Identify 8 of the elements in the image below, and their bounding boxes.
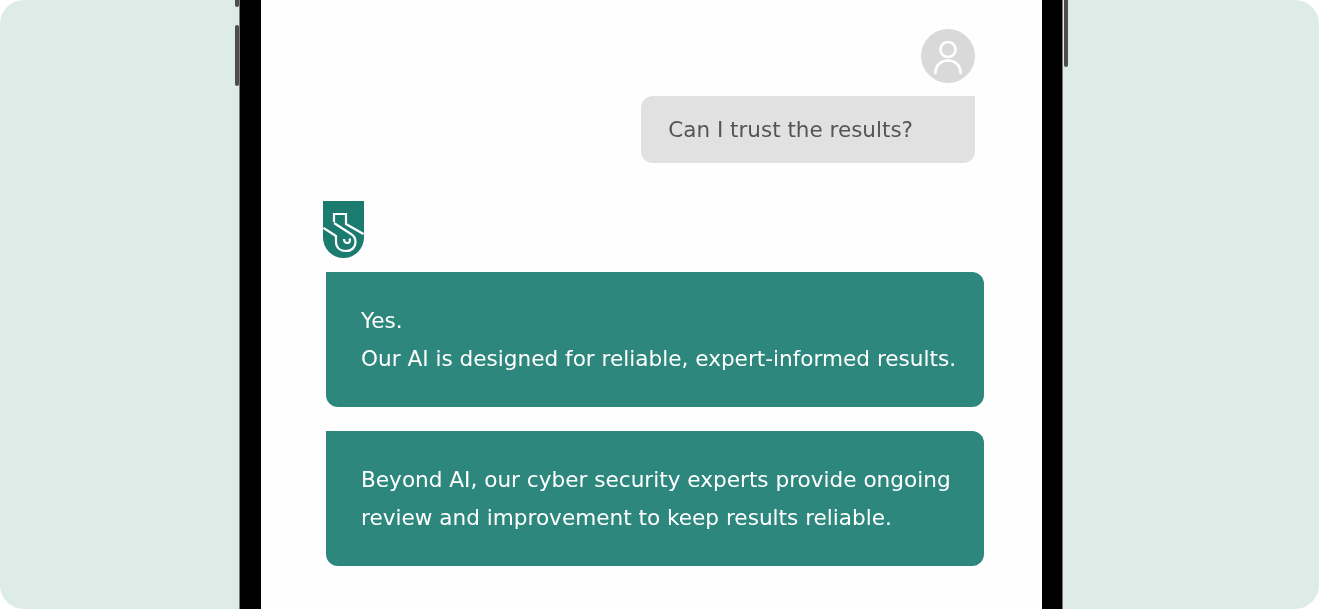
message-text: Can I trust the results? — [668, 117, 913, 142]
phone-side-key — [1064, 0, 1068, 67]
phone-side-key — [235, 25, 239, 86]
avatar-icon — [921, 29, 975, 83]
message-text: Beyond AI, our cyber security experts provide ongoing review and improvement to keep results reliable. — [361, 466, 952, 532]
shield-logo-icon — [323, 201, 364, 258]
message-text: Yes. — [361, 307, 404, 335]
message-text: Our AI is designed for reliable, expert-informed results. — [361, 345, 958, 373]
